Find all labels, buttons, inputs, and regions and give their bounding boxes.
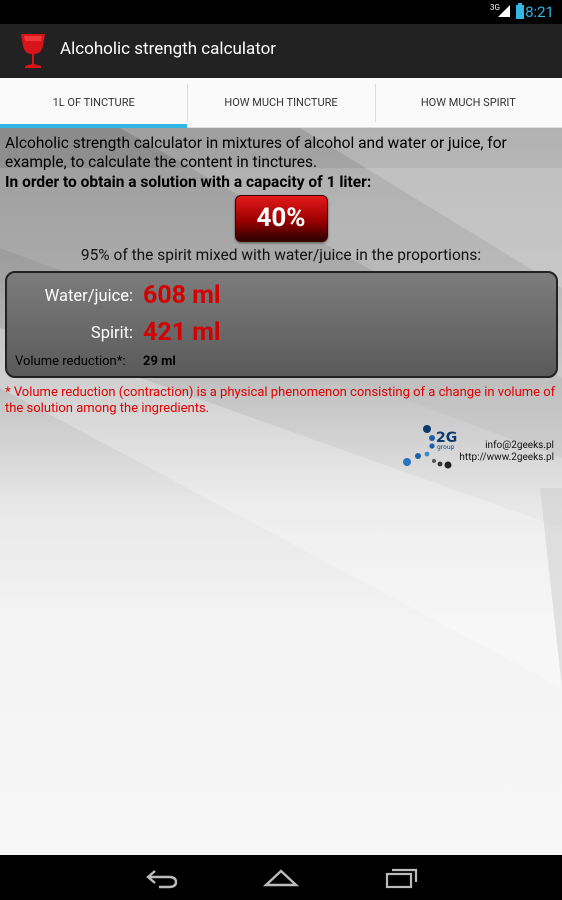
recents-icon[interactable] (384, 867, 420, 889)
tab-bar: 1L OF TINCTURE HOW MUCH TINCTURE HOW MUC… (0, 78, 562, 128)
volume-reduction-label: Volume reduction*: (15, 354, 126, 369)
spirit-value: 421 ml (143, 318, 221, 347)
water-value: 608 ml (143, 281, 221, 310)
status-bar: 3G 8:21 (0, 0, 562, 24)
spirit-label: Spirit: (90, 324, 133, 343)
tab-how-much-tincture[interactable]: HOW MUCH TINCTURE (187, 78, 374, 127)
logo-contact: info@2geeks.pl http://www.2geeks.pl (454, 440, 554, 464)
footnote: * Volume reduction (contraction) is a ph… (5, 385, 556, 416)
logo-sub: group (437, 444, 455, 451)
tab-how-much-spirit[interactable]: HOW MUCH SPIRIT (374, 78, 562, 127)
tab-label: 1L OF TINCTURE (52, 96, 135, 109)
tab-label: HOW MUCH SPIRIT (420, 96, 516, 109)
content-area: Alcoholic strength calculator in mixture… (0, 128, 562, 855)
clock: 8:21 (525, 3, 554, 21)
logo-dots-icon: 2G group (403, 425, 457, 469)
percent-selector-button[interactable]: 40% (234, 195, 328, 242)
volume-reduction-value: 29 ml (143, 354, 176, 369)
app-title: Alcoholic strength calculator (60, 39, 277, 59)
tab-1l-of-tincture[interactable]: 1L OF TINCTURE (0, 78, 188, 128)
back-icon[interactable] (145, 867, 179, 889)
action-bar: Alcoholic strength calculator (0, 24, 562, 78)
intro-text: Alcoholic strength calculator in mixture… (5, 134, 507, 171)
battery-icon (516, 3, 524, 19)
tab-label: HOW MUCH TINCTURE (224, 96, 338, 109)
result-panel: Water/juice: 608 ml Spirit: 421 ml Volum… (5, 271, 558, 378)
home-icon[interactable] (263, 867, 299, 889)
logo-email: info@2geeks.pl (485, 440, 554, 451)
wine-glass-icon[interactable] (18, 32, 48, 70)
proportions-text: 95% of the spirit mixed with water/juice… (80, 246, 482, 264)
logo-url: http://www.2geeks.pl (459, 452, 554, 463)
subtitle: In order to obtain a solution with a cap… (5, 173, 372, 191)
navigation-bar (0, 855, 562, 900)
water-label: Water/juice: (44, 287, 133, 306)
signal-icon (498, 5, 510, 17)
company-logo[interactable]: 2G group info@2geeks.pl http://www.2geek… (398, 424, 556, 474)
